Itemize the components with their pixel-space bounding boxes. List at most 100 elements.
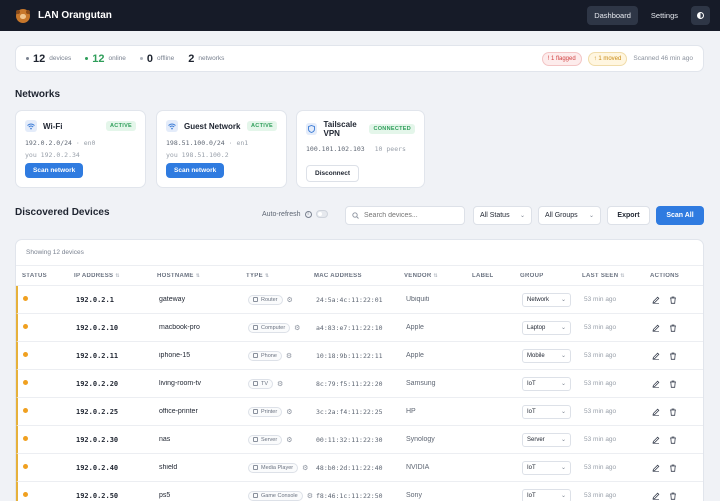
hostname[interactable]: iphone-15 <box>159 352 248 359</box>
hostname[interactable]: shield <box>159 464 248 471</box>
device-type-chip[interactable]: Printer <box>248 406 283 417</box>
mac-address: f8:46:1c:11:22:50 <box>316 491 383 500</box>
scan-network-button[interactable]: Scan network <box>166 163 225 178</box>
sort-icon: ⇅ <box>115 272 120 279</box>
table-row[interactable]: 192.0.2.20 living-room-tv TV ⚙ 8c:79:f5:1… <box>16 370 703 398</box>
gear-icon[interactable]: ⚙ <box>307 492 313 500</box>
edit-icon[interactable] <box>652 464 660 472</box>
chevron-down-icon: ⌄ <box>560 437 566 443</box>
device-type-chip[interactable]: Game Console <box>248 490 303 501</box>
group-select[interactable]: Mobile ⌄ <box>522 348 571 363</box>
col-group[interactable]: GROUP <box>520 273 582 279</box>
gear-icon[interactable]: ⚙ <box>302 464 308 472</box>
trash-icon[interactable] <box>669 436 677 444</box>
col-hostname[interactable]: HOSTNAME ⇅ <box>157 273 246 279</box>
group-select[interactable]: Server ⌄ <box>522 432 571 447</box>
trash-icon[interactable] <box>669 492 677 500</box>
hostname[interactable]: nas <box>159 436 248 443</box>
col-vendor[interactable]: VENDOR ⇅ <box>404 273 472 279</box>
trash-icon[interactable] <box>669 352 677 360</box>
gear-icon[interactable]: ⚙ <box>287 296 293 304</box>
edit-icon[interactable] <box>652 296 660 304</box>
status-dot <box>23 408 28 413</box>
col-mac[interactable]: MAC ADDRESS <box>314 273 404 279</box>
network-card-guest: Guest Network ACTIVE 198.51.100.0/24 · e… <box>156 110 287 188</box>
edit-icon[interactable] <box>652 324 660 332</box>
flagged-chip[interactable]: ! 1 flagged <box>541 51 582 66</box>
gear-icon[interactable]: ⚙ <box>294 324 300 332</box>
chevron-down-icon: ⌄ <box>560 325 566 331</box>
hostname[interactable]: macbook-pro <box>159 324 248 331</box>
hostname[interactable]: office-printer <box>159 408 248 415</box>
last-seen: 53 min ago <box>584 324 617 331</box>
search-box[interactable] <box>345 206 465 225</box>
device-type-chip[interactable]: TV <box>248 378 274 389</box>
col-label: LABEL <box>472 272 494 279</box>
trash-icon[interactable] <box>669 296 677 304</box>
col-status[interactable]: STATUS <box>16 273 74 279</box>
device-type-chip[interactable]: Server <box>248 434 283 445</box>
stat-online: 12 online <box>85 53 126 65</box>
table-row[interactable]: 192.0.2.10 macbook-pro Computer ⚙ a4:83:e… <box>16 314 703 342</box>
col-ip[interactable]: IP ADDRESS ⇅ <box>74 273 157 279</box>
edit-icon[interactable] <box>652 380 660 388</box>
wifi-icon <box>25 120 37 132</box>
group-select[interactable]: Network ⌄ <box>522 292 571 307</box>
device-type-chip[interactable]: Media Player <box>248 462 299 473</box>
info-icon[interactable]: i <box>304 210 312 218</box>
ip-address: 192.0.2.40 <box>76 463 119 472</box>
device-type-chip[interactable]: Router <box>248 294 283 305</box>
group-select[interactable]: Laptop ⌄ <box>522 320 571 335</box>
table-row[interactable]: 192.0.2.1 gateway Router ⚙ 24:5a:4c:11:22… <box>16 286 703 314</box>
table-row[interactable]: 192.0.2.30 nas Server ⚙ 00:11:32:11:22:30… <box>16 426 703 454</box>
moved-chip[interactable]: ↑ 1 moved <box>587 51 628 66</box>
search-icon <box>352 212 359 219</box>
device-type-chip[interactable]: Phone <box>248 350 282 361</box>
nav-dashboard[interactable]: Dashboard <box>587 6 638 25</box>
device-type-icon <box>253 437 258 442</box>
trash-icon[interactable] <box>669 408 677 416</box>
hostname[interactable]: living-room-tv <box>159 380 248 387</box>
status-filter-select[interactable]: All Status ⌄ <box>473 206 532 225</box>
edit-icon[interactable] <box>652 408 660 416</box>
edit-icon[interactable] <box>652 492 660 500</box>
device-type-chip[interactable]: Computer <box>248 322 291 333</box>
nav-settings[interactable]: Settings <box>644 6 685 25</box>
hostname[interactable]: gateway <box>159 296 248 303</box>
trash-icon[interactable] <box>669 464 677 472</box>
auto-refresh-toggle[interactable] <box>315 210 328 218</box>
search-input[interactable] <box>364 212 454 219</box>
group-select[interactable]: IoT ⌄ <box>522 376 571 391</box>
edit-icon[interactable] <box>652 436 660 444</box>
vendor: Samsung <box>406 380 436 387</box>
table-row[interactable]: 192.0.2.11 iphone-15 Phone ⚙ 10:18:9b:11:… <box>16 342 703 370</box>
chevron-down-icon: ⌄ <box>560 493 566 499</box>
col-last-seen[interactable]: LAST SEEN ⇅ <box>582 273 650 279</box>
hostname[interactable]: ps5 <box>159 492 248 499</box>
table-row[interactable]: 192.0.2.25 office-printer Printer ⚙ 3c:2a… <box>16 398 703 426</box>
group-select[interactable]: IoT ⌄ <box>522 488 571 501</box>
disconnect-button[interactable]: Disconnect <box>306 165 360 182</box>
trash-icon[interactable] <box>669 324 677 332</box>
edit-icon[interactable] <box>652 352 660 360</box>
gear-icon[interactable]: ⚙ <box>277 380 283 388</box>
table-row[interactable]: 192.0.2.50 ps5 Game Console ⚙ f8:46:1c:11… <box>16 482 703 501</box>
network-card-wifi: Wi-Fi ACTIVE 192.0.2.0/24 · en0 you 192.… <box>15 110 146 188</box>
gear-icon[interactable]: ⚙ <box>286 352 292 360</box>
export-button[interactable]: Export <box>607 206 650 225</box>
group-filter-select[interactable]: All Groups ⌄ <box>538 206 601 225</box>
trash-icon[interactable] <box>669 380 677 388</box>
vendor: NVIDIA <box>406 464 430 471</box>
group-select[interactable]: IoT ⌄ <box>522 404 571 419</box>
col-type[interactable]: TYPE ⇅ <box>246 273 314 279</box>
vendor: Sony <box>406 492 422 499</box>
theme-toggle-button[interactable] <box>691 6 710 25</box>
scan-network-button[interactable]: Scan network <box>25 163 84 178</box>
table-row[interactable]: 192.0.2.40 shield Media Player ⚙ 48:b0:2d… <box>16 454 703 482</box>
gear-icon[interactable]: ⚙ <box>286 436 292 444</box>
scan-all-button[interactable]: Scan All <box>656 206 704 225</box>
device-type-icon <box>253 381 258 386</box>
gear-icon[interactable]: ⚙ <box>286 408 292 416</box>
group-select[interactable]: IoT ⌄ <box>522 460 571 475</box>
ip-address: 192.0.2.1 <box>76 295 114 304</box>
